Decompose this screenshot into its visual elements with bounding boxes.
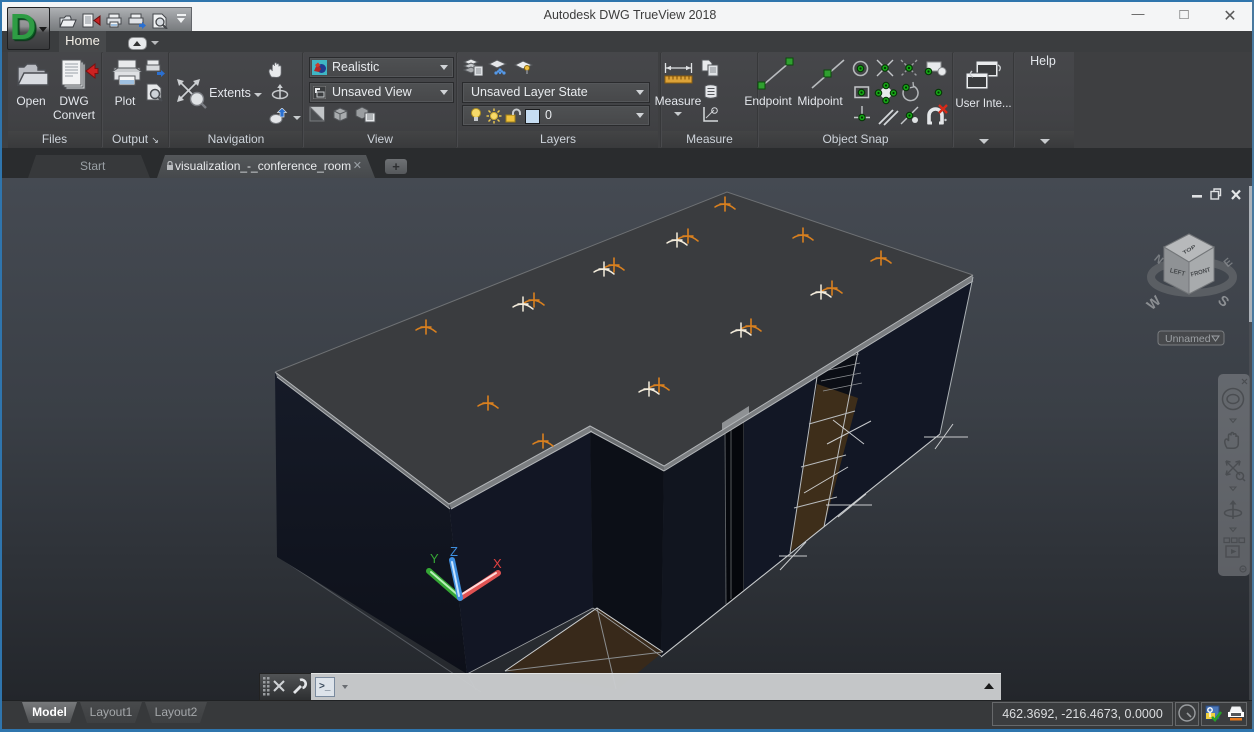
svg-text:X: X <box>493 556 502 571</box>
svg-text:Z: Z <box>450 544 458 559</box>
svg-text:W: W <box>1143 292 1164 313</box>
svg-text:S: S <box>1215 292 1232 310</box>
svg-text:Y: Y <box>430 551 439 566</box>
svg-text:Unnamed: Unnamed <box>1165 333 1211 345</box>
